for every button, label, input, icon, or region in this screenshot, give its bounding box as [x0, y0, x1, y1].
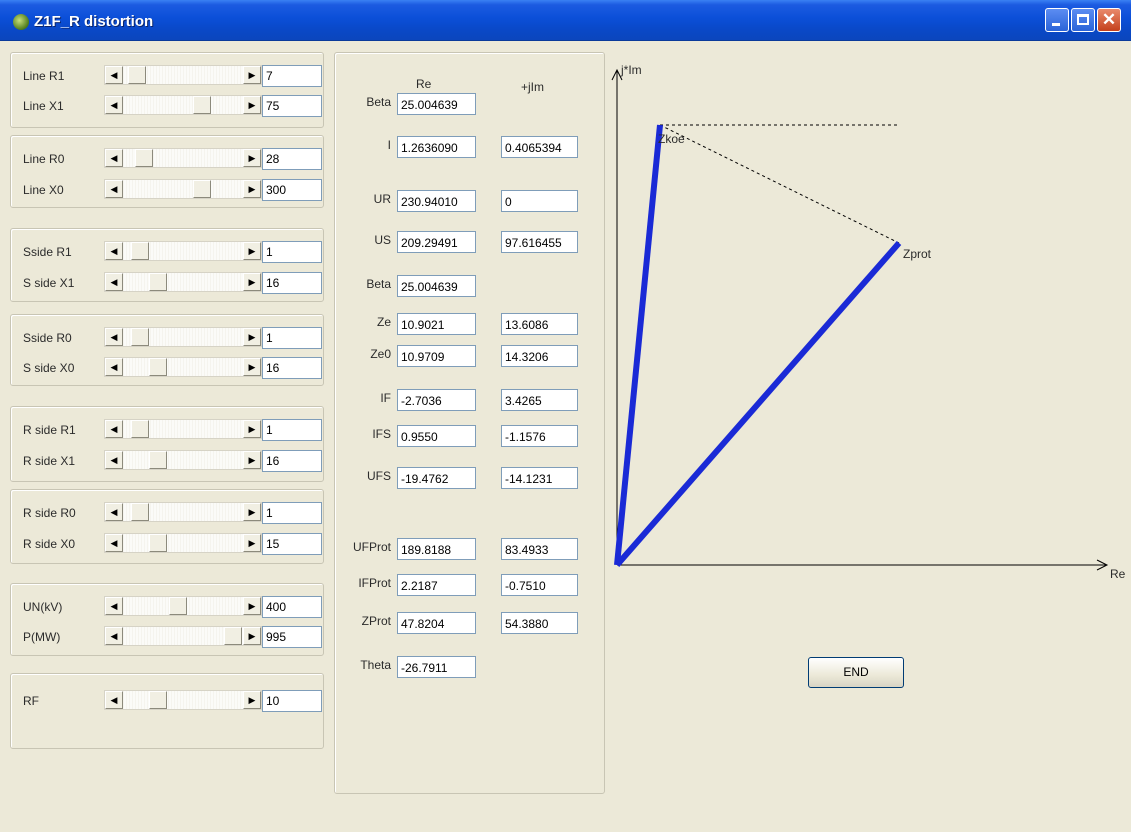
zkoe-zprot-dashed	[659, 124, 900, 244]
zkoe-label: Zkoe	[658, 132, 685, 146]
zprot-label: Zprot	[903, 247, 932, 261]
im-axis-label: j*Im	[620, 63, 642, 77]
app-window: Z1F_R distortion ✕ Line R1 ◀ ▶ 7 Line X1 ◀ ▶ 75…	[0, 0, 1131, 832]
re-axis-label: Re	[1110, 567, 1126, 581]
zprot-vector	[614, 241, 902, 567]
zkoe-vector	[614, 124, 663, 566]
end-button[interactable]: END	[808, 657, 904, 688]
impedance-plot: Re j*Im Zkoe Zprot	[611, 63, 1126, 581]
